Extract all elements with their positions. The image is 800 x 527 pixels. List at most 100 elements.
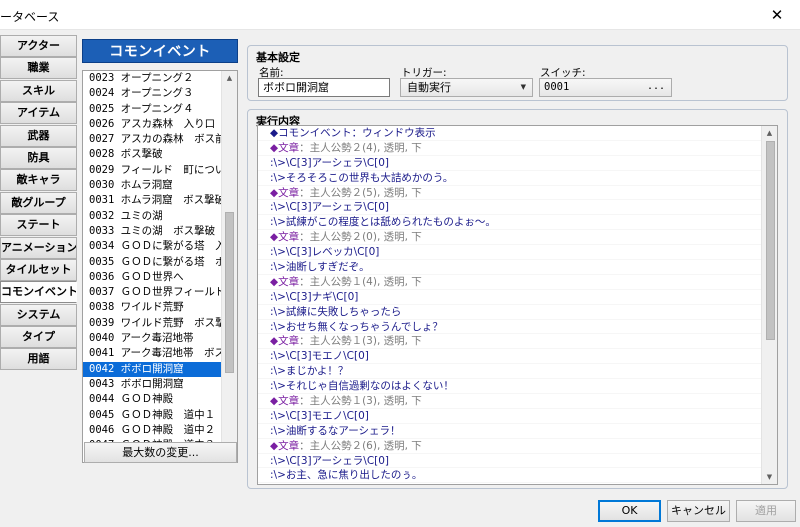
command-params: ：主人公勢２(6), 透明, 下 xyxy=(299,439,422,452)
event-list-item[interactable]: 0031 ホムラ洞窟 ボス撃破 xyxy=(83,193,222,208)
event-list-item[interactable]: 0026 アスカ森林 入り口 xyxy=(83,117,222,132)
category-tab[interactable]: 武器 xyxy=(0,124,77,147)
event-list-item[interactable]: 0039 ワイルド荒野 ボス撃破 xyxy=(83,316,222,331)
event-list-item[interactable]: 0045 ＧＯＤ神殿 道中１ xyxy=(83,408,222,423)
message-text: :\>試練に失敗しちゃったら xyxy=(270,305,402,318)
category-tab[interactable]: 防具 xyxy=(0,146,77,169)
trigger-select[interactable]: 自動実行 ▼ xyxy=(400,78,533,97)
event-list-item[interactable]: 0043 ボボロ開洞窟 xyxy=(83,377,222,392)
command-line[interactable]: ◆文章：主人公勢２(4), 透明, 下 xyxy=(258,483,763,484)
command-line[interactable]: ◆文章：主人公勢１(3), 透明, 下 xyxy=(258,394,763,409)
basic-settings-group: 基本設定 名前: ボボロ開洞窟 トリガー: 自動実行 ▼ スイッチ: 0001 … xyxy=(247,45,788,101)
command-line[interactable]: :\>油断するなアーシェラ！ xyxy=(258,424,763,439)
message-text: :\>油断するなアーシェラ！ xyxy=(270,424,401,437)
category-tab[interactable]: タイプ xyxy=(0,326,77,349)
command-line[interactable]: :\>\C[3]アーシェラ\C[0] xyxy=(258,156,763,171)
event-list-item[interactable]: 0027 アスカの森林 ボス前 xyxy=(83,132,222,147)
command-line[interactable]: :\>試練がこの程度とは舐められたものよぉ～。 xyxy=(258,215,763,231)
category-tab[interactable]: アクター xyxy=(0,35,77,57)
command-keyword: ◆文章 xyxy=(270,186,300,199)
command-line[interactable]: :\>そろそろこの世界も大詰めかのう。 xyxy=(258,171,763,186)
category-tab[interactable]: アニメーション xyxy=(0,236,77,259)
event-list-item[interactable]: 0032 ユミの湖 xyxy=(83,209,222,224)
event-list-item[interactable]: 0046 ＧＯＤ神殿 道中２ xyxy=(83,423,222,438)
database-client: アクター 職業 スキル アイテム 武器 防具 敵キャラ 敵グループ ステート アニメーション タイル… xyxy=(0,30,800,527)
scroll-up-arrow-icon[interactable]: ▲ xyxy=(222,71,237,85)
event-list-scrollbar[interactable]: ▲ ▼ xyxy=(221,71,237,462)
command-line[interactable]: :\>\C[3]ナギ\C[0] xyxy=(258,290,763,305)
category-tab[interactable]: 用語 xyxy=(0,348,77,371)
event-list-item[interactable]: 0041 アーク毒沼地帯 ボス… xyxy=(83,346,222,361)
event-listbox[interactable]: 0023 オープニング２ 0024 オープニング３ 0025 オープニング４ 0026… xyxy=(82,70,238,463)
command-line[interactable]: :\>\C[3]レベッカ\C[0] xyxy=(258,245,763,261)
command-line[interactable]: :\>お主、急に焦り出したのぅ。 xyxy=(258,468,763,484)
command-line[interactable]: ◆文章：主人公勢１(4), 透明, 下 xyxy=(258,275,763,290)
event-list-item[interactable]: 0034 ＧＯＤに繋がる塔 入… xyxy=(83,239,222,254)
command-line[interactable]: ◆文章：主人公勢２(6), 透明, 下 xyxy=(258,439,763,454)
command-line[interactable]: :\>試練に失敗しちゃったら xyxy=(258,305,763,320)
scroll-down-arrow-icon[interactable]: ▼ xyxy=(762,470,777,484)
scroll-thumb[interactable] xyxy=(225,212,234,374)
command-line[interactable]: :\>油断しすぎだぞ。 xyxy=(258,260,763,275)
command-line[interactable]: :\>まじかよ！？ xyxy=(258,364,763,380)
event-list-item[interactable]: 0023 オープニング２ xyxy=(83,71,222,86)
message-text: :\>まじかよ！？ xyxy=(270,365,349,378)
category-tab[interactable]: 敵グループ xyxy=(0,191,77,214)
event-list-item[interactable]: 0028 ボス撃破 xyxy=(83,147,222,162)
message-text: :\>\C[3]アーシェラ\C[0] xyxy=(270,156,390,169)
switch-browse-button[interactable]: ... xyxy=(647,78,665,95)
scroll-up-arrow-icon[interactable]: ▲ xyxy=(762,126,777,140)
category-tab[interactable]: ステート xyxy=(0,214,77,237)
command-line[interactable]: ◆文章：主人公勢１(3), 透明, 下 xyxy=(258,334,763,350)
change-max-button[interactable]: 最大数の変更... xyxy=(84,442,237,463)
event-list-item[interactable]: 0042 ボボロ開洞窟 xyxy=(83,361,222,377)
ok-button[interactable]: OK xyxy=(598,500,661,522)
command-line[interactable]: :\>\C[3]モエノ\C[0] xyxy=(258,349,763,365)
command-line[interactable]: :\>それじゃ自信過剰なのはよくない！ xyxy=(258,379,763,395)
event-list-item[interactable]: 0029 フィールド 町について xyxy=(83,163,222,178)
command-line[interactable]: :\>\C[3]アーシェラ\C[0] xyxy=(258,454,763,469)
event-list-item[interactable]: 0025 オープニング４ xyxy=(83,102,222,117)
command-line[interactable]: :\>\C[3]モエノ\C[0] xyxy=(258,409,763,424)
message-text: :\>油断しすぎだぞ。 xyxy=(270,261,370,274)
event-list-item[interactable]: 0037 ＧＯＤ世界フィールド xyxy=(83,285,222,300)
command-params: ：主人公勢２(4), 透明, 下 xyxy=(299,141,422,154)
event-list-item[interactable]: 0030 ホムラ洞窟 xyxy=(83,178,222,193)
command-line[interactable]: ◆文章：主人公勢２(0), 透明, 下 xyxy=(258,230,763,246)
execution-content-group: 実行内容 ◆コモンイベント：ウィンドウ表示 ◆文章：主人公勢２(4), 透明, 下… xyxy=(247,109,788,489)
event-list-item[interactable]: 0035 ＧＯＤに繋がる塔 ボ… xyxy=(83,255,222,270)
switch-picker[interactable]: 0001 ... xyxy=(539,78,672,97)
command-list-scrollbar[interactable]: ▲ ▼ xyxy=(761,126,777,484)
command-keyword: ◆文章 xyxy=(270,275,300,288)
category-tab[interactable]: タイルセット xyxy=(0,258,77,281)
apply-button[interactable]: 適用 xyxy=(736,500,796,522)
command-line[interactable]: ◆文章：主人公勢２(4), 透明, 下 xyxy=(258,141,763,156)
command-line[interactable]: ◆コモンイベント：ウィンドウ表示 xyxy=(258,126,763,141)
name-input[interactable]: ボボロ開洞窟 xyxy=(258,78,390,97)
category-tab[interactable]: コモンイベント xyxy=(0,281,77,304)
scroll-thumb[interactable] xyxy=(766,141,775,341)
event-list-item[interactable]: 0033 ユミの湖 ボス撃破 xyxy=(83,224,222,239)
event-list-item[interactable]: 0036 ＧＯＤ世界へ xyxy=(83,270,222,285)
category-tab[interactable]: 敵キャラ xyxy=(0,169,77,192)
cancel-button[interactable]: キャンセル xyxy=(667,500,730,522)
event-list-item[interactable]: 0038 ワイルド荒野 xyxy=(83,300,222,315)
category-tab[interactable]: システム xyxy=(0,303,77,326)
command-keyword: ◆文章 xyxy=(270,439,300,452)
event-list-item[interactable]: 0024 オープニング３ xyxy=(83,86,222,101)
command-params: ：主人公勢２(0), 透明, 下 xyxy=(299,231,422,244)
category-tab[interactable]: スキル xyxy=(0,79,77,102)
close-icon[interactable]: ✕ xyxy=(766,4,788,26)
category-tab[interactable]: 職業 xyxy=(0,57,77,80)
event-list-item[interactable]: 0044 ＧＯＤ神殿 xyxy=(83,392,222,407)
command-line[interactable]: ◆文章：主人公勢２(5), 透明, 下 xyxy=(258,186,763,201)
switch-value: 0001 xyxy=(544,81,570,93)
category-nav: アクター 職業 スキル アイテム 武器 防具 敵キャラ 敵グループ ステート アニメーション タイル… xyxy=(0,35,77,371)
category-tab[interactable]: アイテム xyxy=(0,102,77,125)
command-line[interactable]: :\>\C[3]アーシェラ\C[0] xyxy=(258,200,763,216)
command-keyword: ◆文章 xyxy=(270,335,300,348)
event-list-item[interactable]: 0040 アーク毒沼地帯 xyxy=(83,331,222,346)
list-header: コモンイベント xyxy=(82,39,238,63)
command-line[interactable]: :\>おせち無くなっちゃうんでしょ？ xyxy=(258,320,763,335)
command-list[interactable]: ◆コモンイベント：ウィンドウ表示 ◆文章：主人公勢２(4), 透明, 下:\>\C… xyxy=(257,125,778,485)
